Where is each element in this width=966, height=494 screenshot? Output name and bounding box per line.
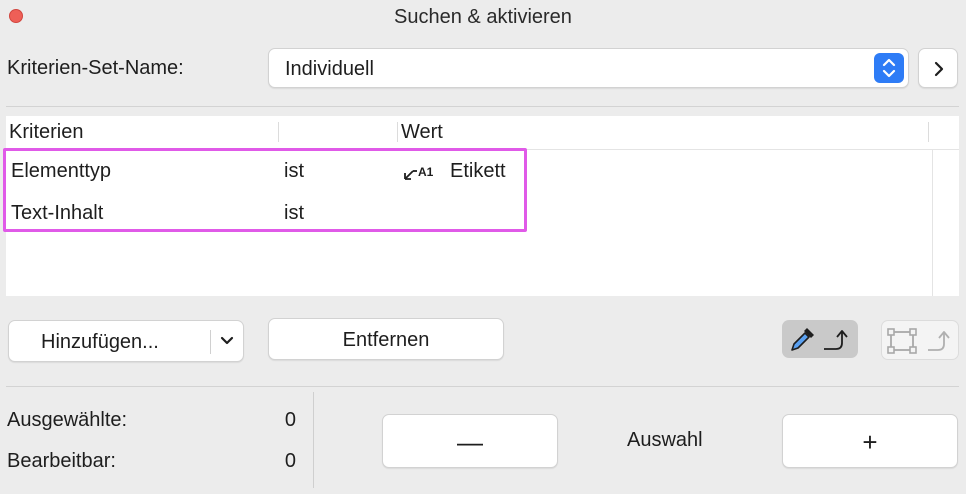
editable-count-value: 0 bbox=[284, 450, 296, 472]
table-header: Kriterien Wert bbox=[6, 116, 959, 150]
table-row[interactable]: Text-Inhalt ist bbox=[6, 192, 936, 232]
plus-icon: + bbox=[862, 427, 878, 457]
criteria-table: Kriterien Wert Elementtyp ist A1 Etikett… bbox=[6, 116, 959, 296]
window-title: Suchen & aktivieren bbox=[394, 6, 572, 28]
minus-icon: — bbox=[457, 427, 483, 457]
pick-from-model-toggle[interactable] bbox=[782, 320, 858, 358]
svg-text:A1: A1 bbox=[418, 165, 434, 179]
selected-count-value: 0 bbox=[284, 409, 296, 431]
remove-from-selection-button[interactable]: — bbox=[382, 414, 558, 468]
remove-button[interactable]: Entfernen bbox=[268, 318, 504, 360]
marquee-rectangle-icon bbox=[887, 328, 917, 354]
operator-cell[interactable]: ist bbox=[284, 202, 304, 225]
column-header-value[interactable]: Wert bbox=[401, 121, 443, 144]
divider bbox=[6, 106, 959, 107]
updown-stepper-icon[interactable] bbox=[874, 53, 904, 83]
table-row[interactable]: Elementtyp ist A1 Etikett bbox=[6, 152, 936, 192]
criterion-cell: Elementtyp bbox=[11, 160, 112, 182]
selection-label: Auswahl bbox=[627, 429, 703, 451]
title-bar: Suchen & aktivieren bbox=[0, 0, 966, 34]
column-divider[interactable] bbox=[278, 122, 279, 142]
column-divider[interactable] bbox=[928, 122, 929, 142]
divider bbox=[6, 386, 959, 387]
criteria-set-value: Individuell bbox=[285, 58, 374, 80]
vertical-divider bbox=[313, 392, 314, 488]
criterion-cell: Text-Inhalt bbox=[11, 202, 104, 224]
chevron-down-icon[interactable] bbox=[219, 335, 235, 347]
curved-arrow-icon bbox=[824, 330, 848, 350]
column-divider[interactable] bbox=[397, 122, 398, 142]
chevron-right-icon bbox=[934, 61, 944, 77]
criteria-set-select[interactable]: Individuell bbox=[268, 48, 909, 88]
pick-area-toggle[interactable] bbox=[881, 320, 959, 360]
button-divider bbox=[210, 330, 211, 354]
editable-count-label: Bearbeitbar: bbox=[7, 450, 116, 472]
selected-count-label: Ausgewählte: bbox=[7, 409, 128, 431]
operator-cell[interactable]: ist bbox=[284, 160, 304, 183]
criteria-set-label: Kriterien-Set-Name: bbox=[7, 57, 184, 79]
add-button-label: Hinzufügen... bbox=[41, 331, 159, 353]
curved-arrow-icon bbox=[928, 331, 950, 351]
label-tool-icon: A1 bbox=[404, 165, 434, 180]
add-button[interactable]: Hinzufügen... bbox=[8, 320, 244, 362]
next-button[interactable] bbox=[918, 48, 958, 88]
column-header-criteria[interactable]: Kriterien bbox=[9, 121, 83, 144]
table-scroll-track[interactable] bbox=[932, 150, 933, 296]
remove-button-label: Entfernen bbox=[342, 329, 430, 351]
eyedropper-icon bbox=[791, 328, 814, 351]
value-cell[interactable]: Etikett bbox=[450, 160, 506, 183]
add-to-selection-button[interactable]: + bbox=[782, 414, 958, 468]
